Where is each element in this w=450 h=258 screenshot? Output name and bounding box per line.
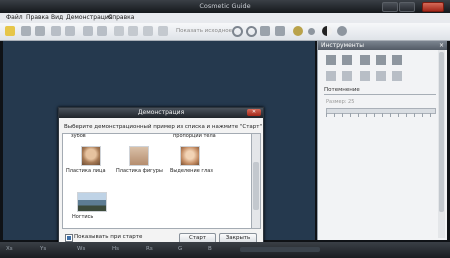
app-window: Cosmetic Guide Файл Правка Вид Демонстра… <box>0 0 450 258</box>
face-thumbnail[interactable] <box>81 146 101 166</box>
rotate-right-icon[interactable] <box>246 26 257 37</box>
levels-icon[interactable] <box>337 26 347 36</box>
flip-icon[interactable] <box>260 26 270 36</box>
print-icon[interactable] <box>65 26 75 36</box>
status-y: Ys <box>40 246 47 252</box>
open-icon[interactable] <box>5 26 15 36</box>
crop-icon[interactable] <box>275 26 285 36</box>
arrow-left-icon[interactable] <box>392 71 402 81</box>
close-window-button[interactable] <box>422 2 444 12</box>
tools-panel: Инструменты × Потемнение Размер: 25 <box>317 41 447 240</box>
landscape-thumbnail[interactable] <box>77 192 107 212</box>
undo-icon[interactable] <box>83 26 93 36</box>
bucket-icon[interactable] <box>360 71 370 81</box>
redo-icon[interactable] <box>97 26 107 36</box>
list-item-label[interactable]: Выделение глаз <box>170 168 213 174</box>
checkbox-mark-icon <box>67 236 71 240</box>
maximize-button[interactable] <box>399 2 415 12</box>
list-item-label[interactable]: Ногтись <box>72 214 93 220</box>
show-original-button[interactable]: Показать исходное <box>176 28 232 34</box>
back-icon[interactable] <box>21 26 31 36</box>
zoom-actual-icon[interactable] <box>158 26 168 36</box>
image-canvas[interactable]: Демонстрация ✕ Выберите демонстрационный… <box>3 41 315 250</box>
show-on-start-checkbox[interactable] <box>65 234 73 242</box>
eraser-icon[interactable] <box>342 71 352 81</box>
panel-scrollbar[interactable] <box>438 50 445 238</box>
scrollbar-thumb[interactable] <box>253 162 259 210</box>
contrast-icon[interactable] <box>322 26 332 36</box>
menu-help[interactable]: Справка <box>108 14 134 21</box>
demo-dialog: Демонстрация ✕ Выберите демонстрационный… <box>58 107 264 250</box>
status-w: Ws <box>77 246 86 252</box>
minimize-button[interactable] <box>382 2 398 12</box>
status-h: Hs <box>112 246 120 252</box>
dialog-title-bar: Демонстрация ✕ <box>59 108 263 118</box>
toolbar: Показать исходное <box>0 23 450 41</box>
brush-icon[interactable] <box>326 55 336 65</box>
save-icon[interactable] <box>51 26 61 36</box>
list-item-label[interactable]: Пластика фигуры <box>116 168 163 174</box>
menu-view[interactable]: Вид <box>51 14 63 21</box>
status-x: Xs <box>6 246 13 252</box>
panel-header: Инструменты × <box>318 41 447 50</box>
size-label: Размер: 25 <box>326 99 355 105</box>
slider-ticks <box>326 113 434 117</box>
status-g: G <box>178 246 183 252</box>
text-icon[interactable] <box>392 55 402 65</box>
status-b: B <box>208 246 212 252</box>
zoom-in-icon[interactable] <box>114 26 124 36</box>
list-partial-label: пропорции тела <box>173 133 216 139</box>
forward-icon[interactable] <box>35 26 45 36</box>
wand-icon[interactable] <box>376 71 386 81</box>
menu-file[interactable]: Файл <box>6 14 23 21</box>
demo-list[interactable]: зубов пропорции тела Пластика лица Пласт… <box>62 133 252 229</box>
status-progress <box>240 247 320 252</box>
zoom-out-icon[interactable] <box>128 26 138 36</box>
list-scrollbar[interactable] <box>251 133 261 229</box>
saturation-icon[interactable] <box>308 28 315 35</box>
panel-section-title: Потемнение <box>324 87 360 93</box>
rotate-left-icon[interactable] <box>232 26 243 37</box>
list-partial-label: зубов <box>71 133 86 139</box>
dialog-title: Демонстрация <box>137 109 185 116</box>
panel-close-icon[interactable]: × <box>439 41 444 50</box>
status-r: Rs <box>146 246 153 252</box>
list-item-label[interactable]: Пластика лица <box>66 168 106 174</box>
brightness-icon[interactable] <box>293 26 303 36</box>
pencil-icon[interactable] <box>342 55 352 65</box>
title-bar: Cosmetic Guide <box>0 0 450 13</box>
menu-demo[interactable]: Демонстрация <box>66 14 112 21</box>
panel-title: Инструменты <box>321 42 364 49</box>
menu-edit[interactable]: Правка <box>26 14 49 21</box>
body-thumbnail[interactable] <box>129 146 149 166</box>
smudge-icon[interactable] <box>326 71 336 81</box>
dialog-instruction: Выберите демонстрационный пример из спис… <box>64 124 263 130</box>
status-bar: Xs Ys Ws Hs Rs G B <box>0 242 450 258</box>
dialog-close-icon[interactable]: ✕ <box>247 109 261 116</box>
panel-scroll-thumb[interactable] <box>439 52 444 212</box>
eyes-thumbnail[interactable] <box>180 146 200 166</box>
picker-icon[interactable] <box>360 55 370 65</box>
show-on-start-label: Показывать при старте <box>74 234 143 240</box>
grid-icon[interactable] <box>376 55 386 65</box>
section-divider <box>324 94 436 95</box>
zoom-fit-icon[interactable] <box>143 26 153 36</box>
